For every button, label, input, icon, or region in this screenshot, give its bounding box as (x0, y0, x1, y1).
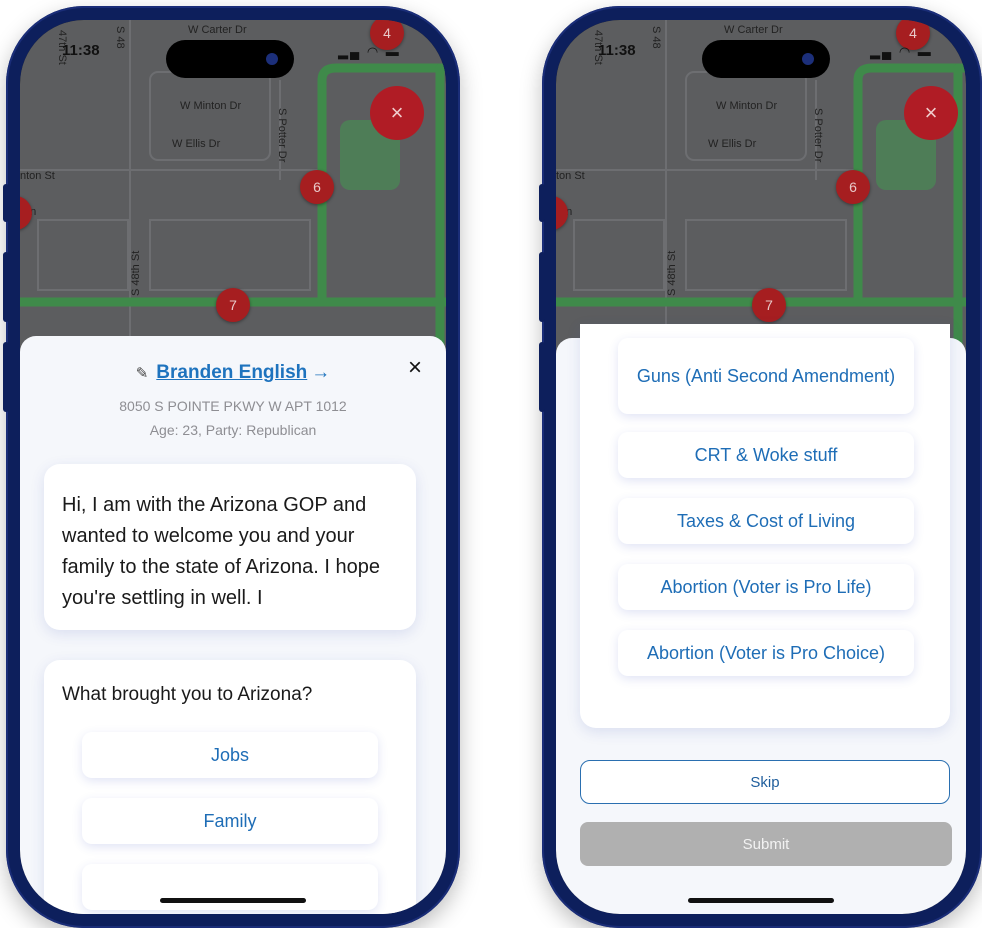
issue-option[interactable]: Abortion (Voter is Pro Choice) (618, 630, 914, 676)
contact-address: 8050 S POINTE PKWY W APT 1012 (119, 398, 347, 414)
home-indicator (160, 898, 306, 903)
submit-button[interactable]: Submit (580, 822, 952, 866)
status-time: 11:38 (62, 42, 100, 59)
answer-option[interactable]: Family (82, 798, 378, 844)
answer-option-partial[interactable] (82, 864, 378, 910)
signal-wifi-battery-icons: ▂▄ ◠ ▬ (338, 44, 401, 59)
arrow-right-icon[interactable]: → (311, 362, 330, 383)
street-label: nton St (20, 170, 55, 182)
question-card: What brought you to Arizona? Jobs Family (44, 660, 416, 914)
right-side-button-2 (539, 252, 545, 322)
message-card: Hi, I am with the Arizona GOP and wanted… (44, 464, 416, 630)
left-side-button-2 (3, 252, 9, 322)
camera-dot (266, 53, 278, 65)
street-label: W Minton Dr (180, 100, 242, 112)
home-indicator (688, 898, 834, 903)
street-label: S 48 (650, 26, 662, 49)
left-phone-frame: W Carter Dr 47th St S 48 W Minton Dr W E… (3, 6, 460, 928)
contact-age-party: Age: 23, Party: Republican (149, 422, 317, 438)
street-label: W Ellis Dr (172, 138, 221, 150)
skip-button[interactable]: Skip (580, 760, 950, 804)
map-marker[interactable]: 6 (836, 170, 870, 204)
edit-pencil-icon[interactable]: ✎ (136, 365, 149, 382)
close-icon[interactable]: × (408, 354, 422, 382)
street-label: S 48 (114, 26, 126, 49)
dynamic-island (166, 40, 294, 78)
street-label: ton St (556, 170, 585, 182)
street-label: S Potter Dr (276, 108, 288, 163)
map-marker[interactable]: 7 (216, 288, 250, 322)
left-side-button-3 (3, 342, 9, 412)
issue-option[interactable]: Abortion (Voter is Pro Life) (618, 564, 914, 610)
map-marker[interactable]: 6 (300, 170, 334, 204)
issue-option[interactable]: Guns (Anti Second Amendment) (618, 338, 914, 414)
right-screen: W Carter Dr 47th St S 48 W Minton Dr W E… (556, 20, 966, 914)
camera-dot (802, 53, 814, 65)
street-label: S 48th St (130, 250, 142, 296)
welcome-message: Hi, I am with the Arizona GOP and wanted… (62, 494, 380, 609)
dynamic-island (702, 40, 830, 78)
right-side-button-1 (539, 184, 545, 222)
issues-card: Guns (Anti Second Amendment) CRT & Woke … (580, 324, 950, 728)
left-map[interactable]: W Carter Dr 47th St S 48 W Minton Dr W E… (20, 20, 446, 360)
right-side-button-3 (539, 342, 545, 412)
answer-option[interactable]: Jobs (82, 732, 378, 778)
left-screen: W Carter Dr 47th St S 48 W Minton Dr W E… (20, 20, 446, 914)
map-marker[interactable]: 7 (752, 288, 786, 322)
issues-sheet: Guns (Anti Second Amendment) CRT & Woke … (556, 324, 966, 914)
status-time: 11:38 (598, 42, 636, 59)
contact-name-link[interactable]: Branden English (156, 362, 307, 383)
right-map[interactable]: W Carter Dr 47th St S 48 W Minton Dr W E… (556, 20, 966, 360)
right-phone-frame: W Carter Dr 47th St S 48 W Minton Dr W E… (539, 6, 982, 928)
contact-header: ✎ Branden English → (20, 362, 446, 384)
contact-sheet: ✎ Branden English → × 8050 S POINTE PKWY W… (20, 336, 446, 914)
signal-wifi-battery-icons: ▂▄ ◠ ▬ (870, 44, 933, 59)
street-label: W Ellis Dr (708, 138, 757, 150)
street-label: W Carter Dr (724, 24, 783, 36)
issue-option[interactable]: Taxes & Cost of Living (618, 498, 914, 544)
question-text: What brought you to Arizona? (62, 684, 313, 705)
street-label: W Minton Dr (716, 100, 778, 112)
map-close-button[interactable]: × (904, 86, 958, 140)
street-label: S Potter Dr (812, 108, 824, 163)
map-close-button[interactable]: × (370, 86, 424, 140)
street-label: S 48th St (666, 250, 678, 296)
issue-option[interactable]: CRT & Woke stuff (618, 432, 914, 478)
street-label: W Carter Dr (188, 24, 247, 36)
left-side-button-1 (3, 184, 9, 222)
